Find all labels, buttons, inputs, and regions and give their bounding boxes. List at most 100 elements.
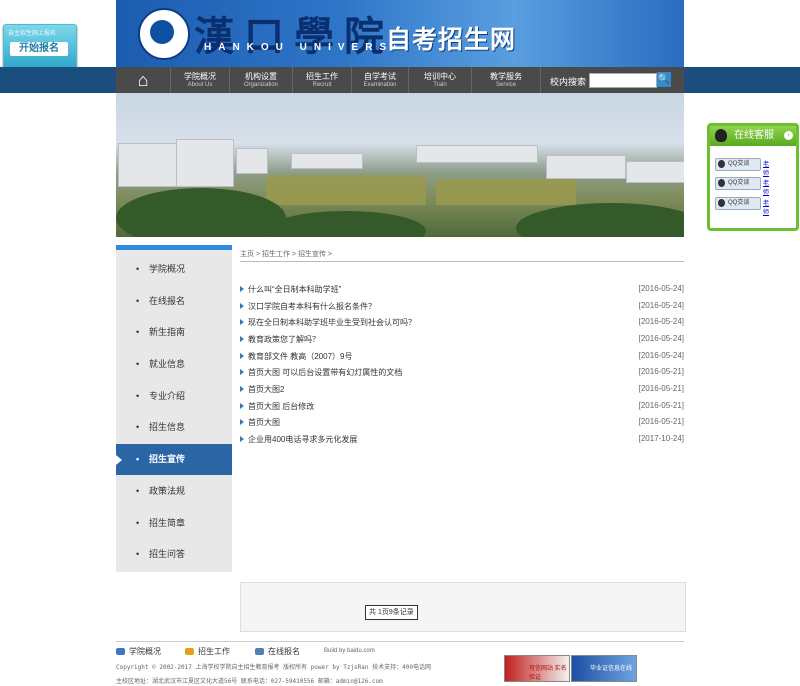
qq-penguin-icon	[718, 199, 725, 207]
list-item[interactable]: 首页大图2 [2016-05-21]	[240, 383, 684, 399]
nav-label: 教学服务	[490, 72, 522, 81]
article-title[interactable]: 首页大图	[248, 417, 280, 428]
built-by: Build by baidu.com	[324, 648, 375, 654]
qq-chat-button[interactable]: QQ交谈	[715, 197, 761, 210]
list-item[interactable]: 首页大图 后台修改 [2016-05-21]	[240, 400, 684, 416]
list-item[interactable]: 首页大图 可以后台设置带有幻灯属性的文档 [2016-05-21]	[240, 366, 684, 382]
online-service-header[interactable]: 在线客服 ›	[710, 126, 796, 146]
nav-sublabel: Train	[433, 82, 447, 88]
article-title[interactable]: 什么叫“全日制本科助学班”	[248, 284, 341, 295]
apply-icon	[255, 648, 264, 656]
footer-link-label: 招生工作	[198, 647, 230, 656]
search-input[interactable]	[589, 73, 657, 88]
list-item[interactable]: 什么叫“全日制本科助学班” [2016-05-24]	[240, 283, 684, 299]
pagination-summary: 共 1页9条记录	[365, 605, 418, 620]
sidebar-item-admission-info[interactable]: • 招生信息	[116, 412, 232, 443]
sidebar-item-about[interactable]: • 学院概况	[116, 254, 232, 285]
article-title[interactable]: 首页大图2	[248, 384, 284, 395]
nav-sublabel: Examination	[363, 82, 397, 88]
start-apply-button[interactable]: 开始报名	[10, 42, 68, 56]
qq-contact-name[interactable]: 老师	[763, 159, 769, 177]
list-item[interactable]: 现在全日制本科助学班毕业生受到社会认可吗？ [2016-05-24]	[240, 316, 684, 332]
online-service-title: 在线客服	[734, 130, 774, 141]
sidebar-item-label: 招生信息	[149, 422, 186, 432]
article-date: [2016-05-24]	[638, 284, 684, 293]
sidebar-item-majors[interactable]: • 专业介绍	[116, 381, 232, 412]
sidebar-item-freshman-guide[interactable]: • 新生指南	[116, 317, 232, 348]
sidebar-item-employment[interactable]: • 就业信息	[116, 349, 232, 380]
search-label: 校内搜索	[550, 77, 587, 87]
sidebar: • 学院概况 • 在线报名 • 新生指南 • 就业信息 • 专业介绍 • 招生信息 • 招生宣…	[116, 245, 232, 572]
graduate-info-badge[interactable]: 毕业证信息在线	[571, 655, 637, 682]
qq-chat-label: QQ交谈	[728, 161, 750, 167]
footer-link-about[interactable]: 学院概况	[116, 646, 161, 657]
qq-chat-button[interactable]: QQ交谈	[715, 158, 761, 171]
apply-badge[interactable]: 自主招生网上报名 开始报名	[3, 24, 77, 70]
nav-item-train[interactable]: 培训中心 Train	[409, 67, 472, 93]
sidebar-item-policy[interactable]: • 政策法规	[116, 476, 232, 507]
sidebar-item-online-apply[interactable]: • 在线报名	[116, 286, 232, 317]
footer-link-apply[interactable]: 在线报名	[255, 646, 300, 657]
cert-label: 毕业证信息在线	[590, 666, 633, 672]
article-title[interactable]: 首页大图 后台修改	[248, 401, 314, 412]
list-item[interactable]: 汉口学院自考本科有什么报名条件？ [2016-05-24]	[240, 300, 684, 316]
nav-label: 招生工作	[306, 72, 338, 81]
footer-link-recruit[interactable]: 招生工作	[185, 646, 230, 657]
cert-label: 可信网站 实名验证	[529, 666, 567, 681]
article-date: [2016-05-24]	[638, 351, 684, 360]
list-item[interactable]: 教育政策您了解吗？ [2016-05-24]	[240, 333, 684, 349]
article-title[interactable]: 教育部文件 教高（2007）9号	[248, 351, 352, 362]
article-date: [2016-05-24]	[638, 301, 684, 310]
nav-item-organization[interactable]: 机构设置 Organization	[230, 67, 293, 93]
qq-chat-button[interactable]: QQ交谈	[715, 177, 761, 190]
article-title[interactable]: 教育政策您了解吗？	[248, 334, 320, 345]
qq-contact-name[interactable]: 老师	[763, 198, 769, 216]
badge-caption: 自主招生网上报名	[8, 31, 57, 37]
qq-chat-label: QQ交谈	[728, 180, 750, 186]
qq-penguin-icon	[718, 160, 725, 168]
nav-sublabel: Service	[495, 82, 516, 88]
nav-item-recruit[interactable]: 招生工作 Recruit	[293, 67, 352, 93]
article-title[interactable]: 企业用400电话寻求多元化发展	[248, 434, 357, 445]
nav-item-about[interactable]: 学院概况 About Us	[171, 67, 230, 93]
sidebar-item-faq[interactable]: • 招生问答	[116, 539, 232, 570]
footer-link-label: 学院概况	[129, 647, 161, 656]
sidebar-item-label: 学院概况	[149, 264, 186, 274]
sidebar-item-label: 就业信息	[149, 359, 186, 369]
breadcrumb[interactable]: 主页 > 招生工作 > 招生宣传 >	[240, 249, 332, 259]
trusted-site-badge[interactable]: 可信网站 实名验证	[504, 655, 570, 682]
sidebar-item-brochure[interactable]: • 招生简章	[116, 508, 232, 539]
qq-chat-label: QQ交谈	[728, 200, 750, 206]
nav-item-examination[interactable]: 自学考试 Examination	[352, 67, 409, 93]
sidebar-item-label: 招生简章	[149, 518, 186, 528]
nav-label: 机构设置	[245, 72, 277, 81]
qq-penguin-icon	[718, 179, 725, 187]
list-item[interactable]: 首页大图 [2016-05-21]	[240, 416, 684, 432]
list-item[interactable]: 企业用400电话寻求多元化发展 [2017-10-24]	[240, 433, 684, 449]
nav-item-service[interactable]: 教学服务 Service	[472, 67, 541, 93]
nav-label: 自学考试	[364, 72, 396, 81]
qq-penguin-icon	[715, 129, 727, 142]
sidebar-item-label: 招生宣传	[149, 454, 186, 464]
collapse-arrow-icon[interactable]: ›	[784, 131, 793, 140]
sidebar-item-label: 招生问答	[149, 549, 186, 559]
qq-contact-name[interactable]: 老师	[763, 178, 769, 196]
sidebar-item-promotion[interactable]: • 招生宣传	[116, 444, 232, 475]
list-item[interactable]: 教育部文件 教高（2007）9号 [2016-05-24]	[240, 350, 684, 366]
article-title[interactable]: 汉口学院自考本科有什么报名条件？	[248, 301, 376, 312]
article-title[interactable]: 现在全日制本科助学班毕业生受到社会认可吗？	[248, 317, 416, 328]
nav-label: 学院概况	[184, 72, 216, 81]
article-date: [2017-10-24]	[638, 434, 684, 443]
search-icon[interactable]: 🔍	[657, 72, 671, 87]
university-name-cn: 漢口學院	[194, 13, 394, 60]
article-title[interactable]: 首页大图 可以后台设置带有幻灯属性的文档	[248, 367, 402, 378]
footer-link-label: 在线报名	[268, 647, 300, 656]
nav-label: 培训中心	[424, 72, 456, 81]
home-icon[interactable]: ⌂	[116, 67, 171, 93]
nav-sublabel: Organization	[243, 82, 279, 88]
sidebar-item-label: 新生指南	[149, 327, 186, 337]
campus-photo	[116, 93, 684, 237]
sidebar-item-label: 政策法规	[149, 486, 186, 496]
recruit-icon	[185, 648, 194, 656]
article-date: [2016-05-21]	[638, 401, 684, 410]
